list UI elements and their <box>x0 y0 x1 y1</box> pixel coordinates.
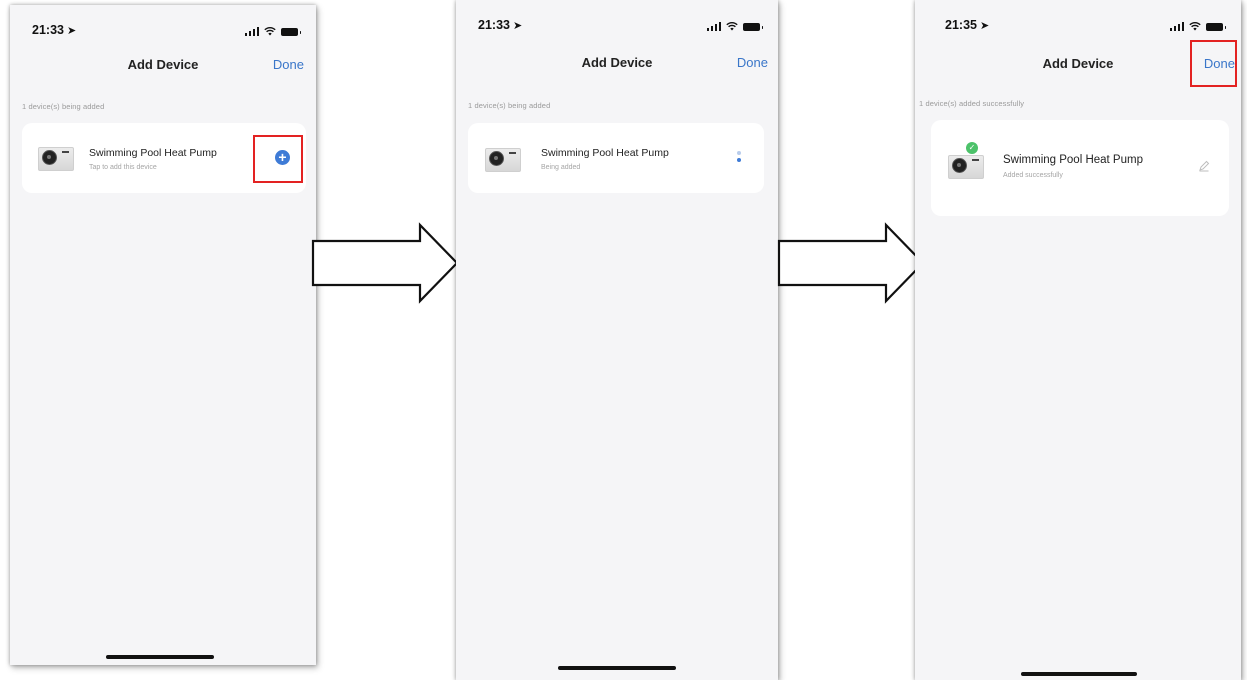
page-title: Add Device <box>1042 56 1114 71</box>
device-name: Swimming Pool Heat Pump <box>1003 154 1143 166</box>
phone-screen-3: 21:35 ➤ Add Device Done 1 device(s) added… <box>915 0 1241 680</box>
right-arrow-icon <box>777 222 925 304</box>
status-icons <box>1169 19 1226 31</box>
signal-icon <box>1169 21 1184 31</box>
device-subtitle: Added successfully <box>1003 172 1063 179</box>
device-subtitle: Being added <box>541 164 581 171</box>
plus-circle-icon: + <box>278 149 287 165</box>
status-bar: 21:33 ➤ <box>456 0 778 40</box>
device-subtitle: Tap to add this device <box>89 164 157 171</box>
signal-icon <box>244 26 259 36</box>
home-indicator <box>558 666 676 670</box>
battery-icon <box>1206 23 1226 31</box>
done-button[interactable]: Done <box>1204 56 1235 71</box>
wifi-icon <box>1189 21 1201 31</box>
phone-screen-2: 21:33 ➤ Add Device Done 1 device(s) being… <box>456 0 778 680</box>
done-button[interactable]: Done <box>273 57 304 72</box>
section-caption: 1 device(s) being added <box>468 101 551 110</box>
device-card[interactable]: Swimming Pool Heat Pump Being added <box>468 123 764 193</box>
battery-icon <box>281 28 301 36</box>
battery-icon <box>743 23 763 31</box>
wifi-icon <box>726 21 738 31</box>
add-device-button[interactable]: + <box>275 150 290 165</box>
page-title: Add Device <box>581 55 653 70</box>
status-time: 21:35 ➤ <box>945 18 990 32</box>
signal-icon <box>706 21 721 31</box>
home-indicator <box>106 655 214 659</box>
heat-pump-image <box>38 144 74 171</box>
done-button[interactable]: Done <box>737 55 768 70</box>
right-arrow-icon <box>311 222 459 304</box>
device-card[interactable]: ✓ Swimming Pool Heat Pump Added successf… <box>931 120 1229 216</box>
device-card[interactable]: Swimming Pool Heat Pump Tap to add this … <box>22 123 306 193</box>
edit-icon[interactable] <box>1198 160 1210 172</box>
page-title: Add Device <box>127 57 199 72</box>
heat-pump-image <box>485 145 521 172</box>
home-indicator <box>1021 672 1137 676</box>
status-bar: 21:35 ➤ <box>915 0 1241 40</box>
device-name: Swimming Pool Heat Pump <box>89 147 217 159</box>
status-icons <box>706 19 763 31</box>
status-time: 21:33 ➤ <box>478 18 523 32</box>
phone-screen-1: 21:33 ➤ Add Device Done 1 device(s) being… <box>10 5 316 665</box>
section-caption: 1 device(s) added successfully <box>919 99 1025 108</box>
location-arrow-icon: ➤ <box>66 25 77 37</box>
check-badge-icon: ✓ <box>966 142 978 154</box>
loading-icon <box>734 151 744 165</box>
status-bar: 21:33 ➤ <box>10 5 316 45</box>
location-arrow-icon: ➤ <box>979 20 990 32</box>
device-name: Swimming Pool Heat Pump <box>541 147 669 159</box>
location-arrow-icon: ➤ <box>512 20 523 32</box>
status-time: 21:33 ➤ <box>32 23 77 37</box>
wifi-icon <box>264 26 276 36</box>
section-caption: 1 device(s) being added <box>22 102 105 111</box>
status-icons <box>244 24 301 36</box>
heat-pump-image <box>948 152 984 179</box>
